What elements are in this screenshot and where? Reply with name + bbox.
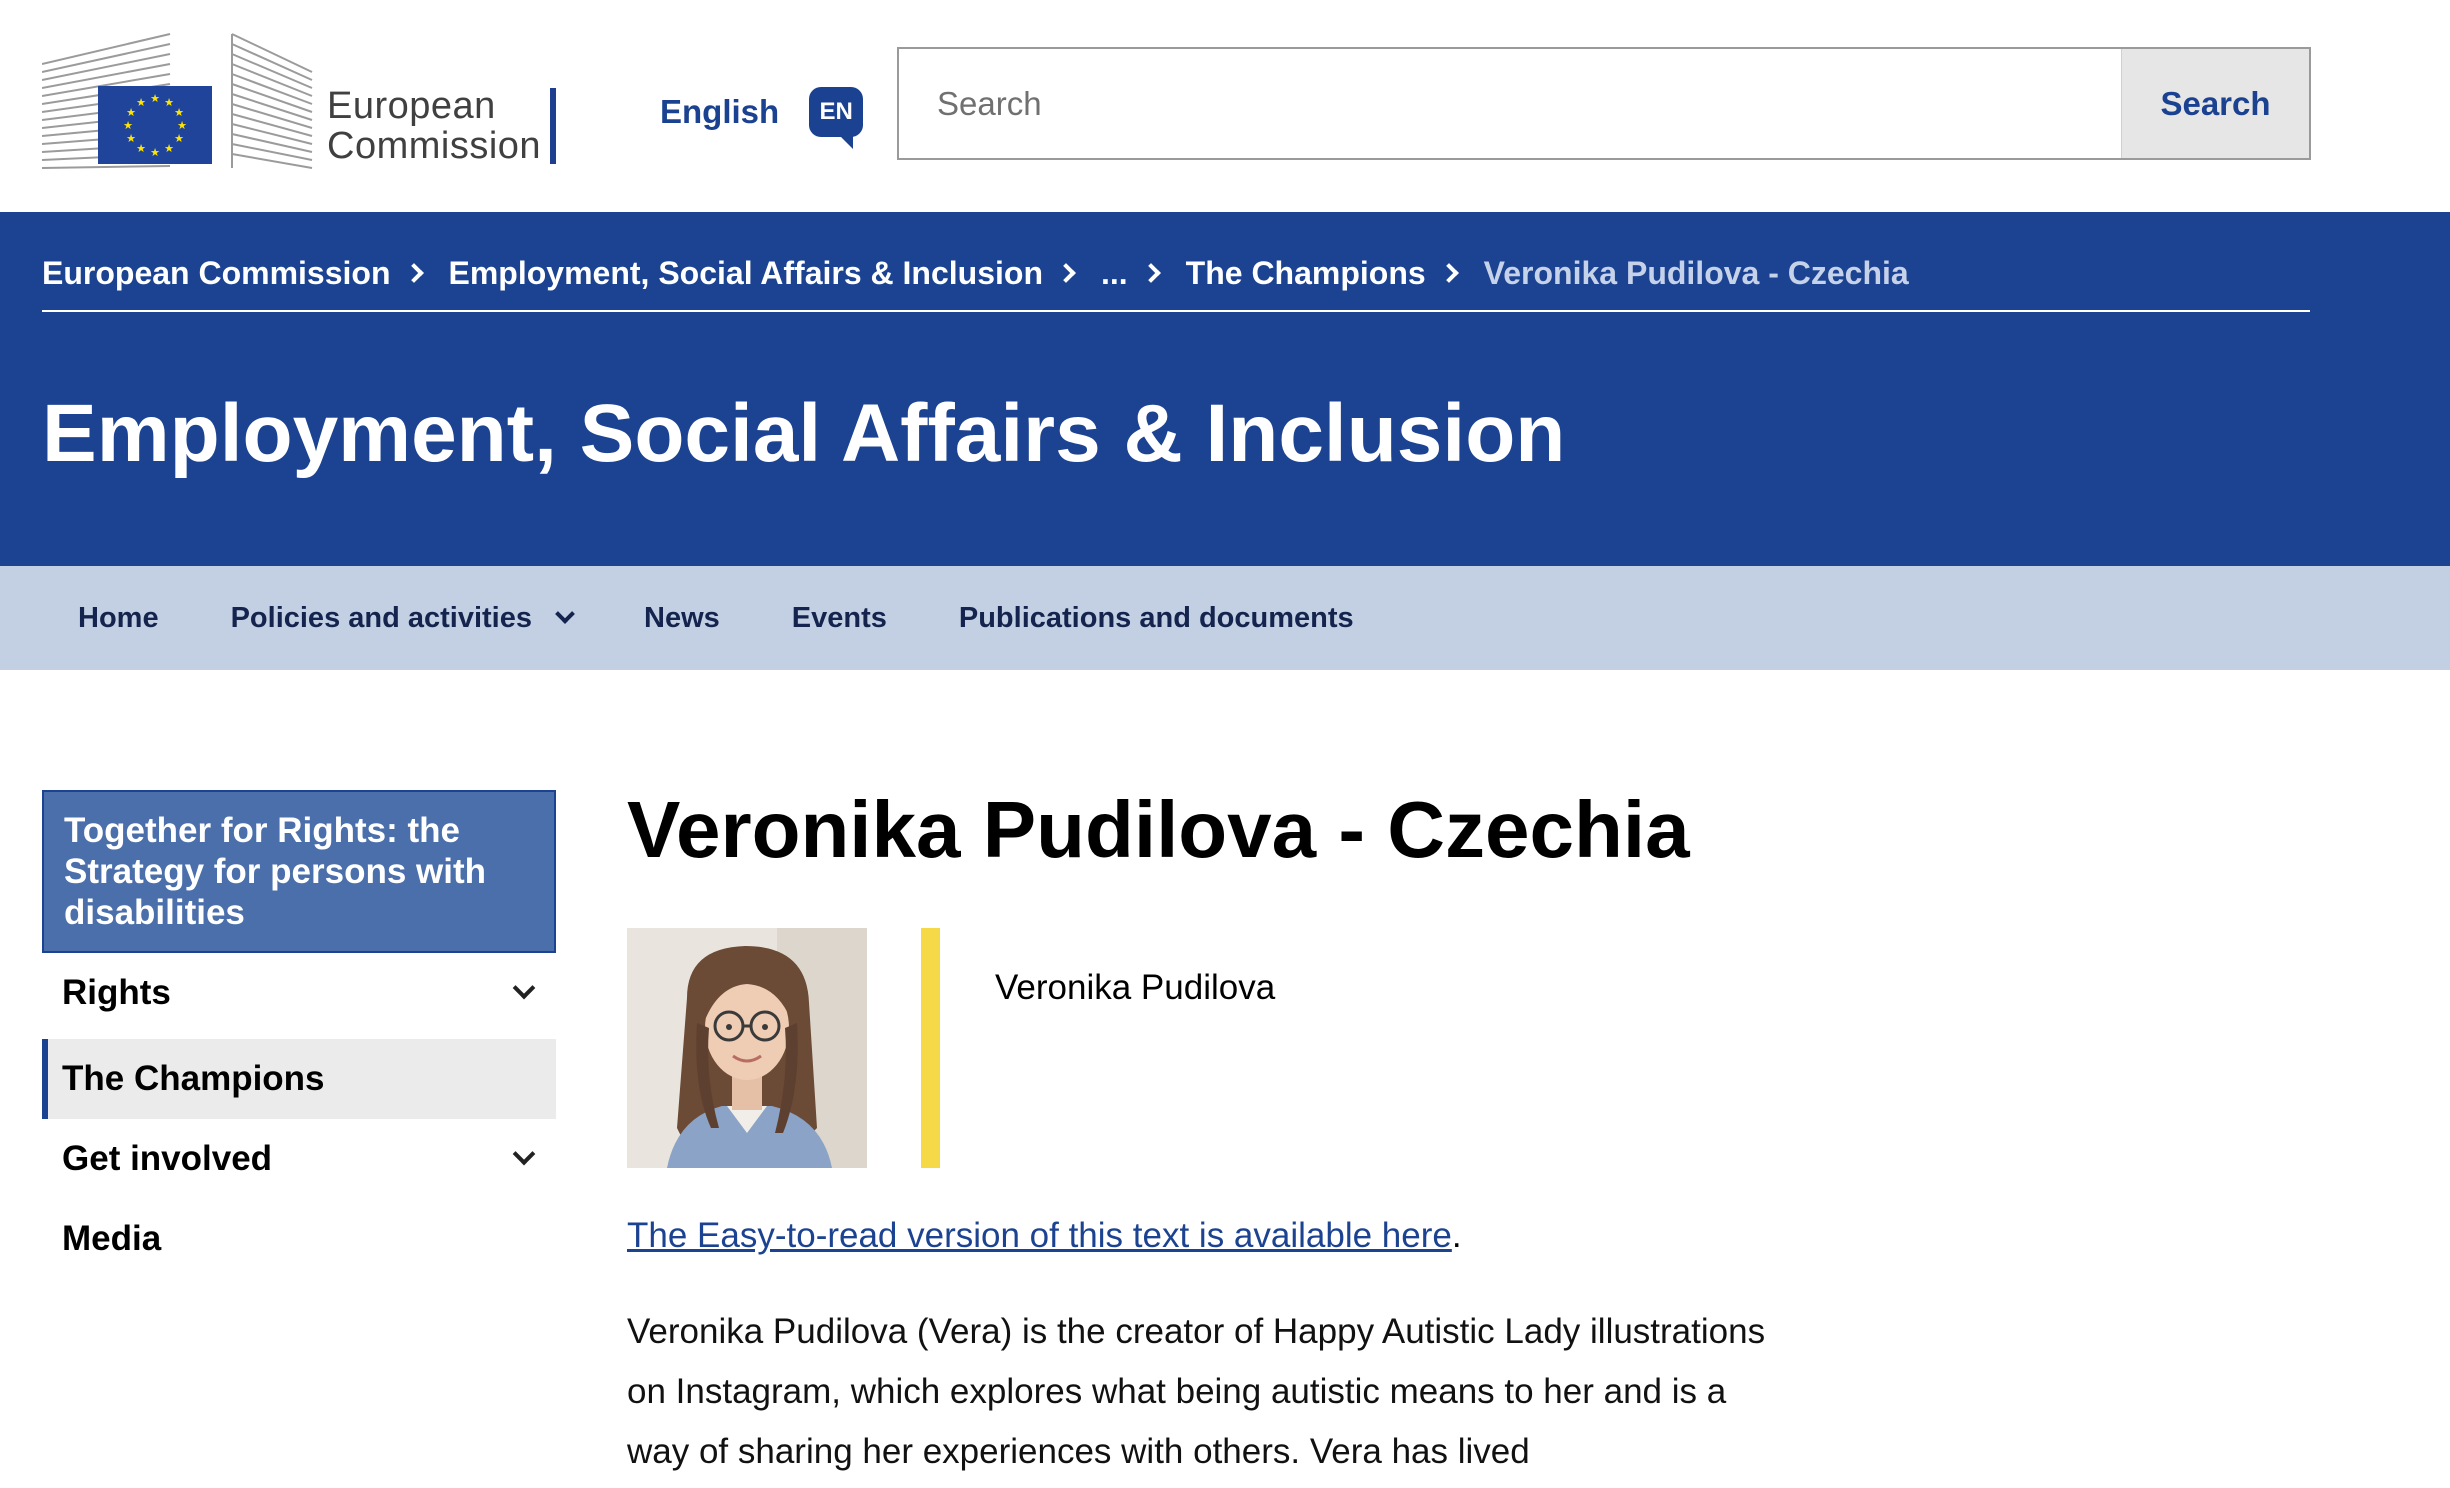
svg-text:★: ★ <box>177 119 187 132</box>
logo-wordmark: European Commission <box>327 86 541 166</box>
nav-publications[interactable]: Publications and documents <box>923 566 1390 670</box>
site-title: Employment, Social Affairs & Inclusion <box>42 388 1566 479</box>
svg-text:★: ★ <box>136 96 146 109</box>
sidebar-navigation: Together for Rights: the Strategy for pe… <box>42 790 556 1279</box>
search-input[interactable] <box>899 49 2121 158</box>
sidebar-item-rights[interactable]: Rights <box>42 953 556 1033</box>
chevron-down-icon <box>555 604 575 624</box>
chevron-right-icon <box>403 263 424 283</box>
sidebar-item-media[interactable]: Media <box>42 1199 556 1279</box>
chevron-right-icon <box>1056 263 1076 283</box>
breadcrumb-item[interactable]: The Champions <box>1186 255 1426 292</box>
svg-text:★: ★ <box>150 92 160 105</box>
logo-line-2: Commission <box>327 125 542 167</box>
easy-read-paragraph: The Easy-to-read version of this text is… <box>627 1214 1767 1258</box>
main-navigation: Home Policies and activities News Events… <box>0 566 2450 670</box>
easy-read-link[interactable]: The Easy-to-read version of this text is… <box>627 1216 1452 1255</box>
chevron-right-icon <box>1438 263 1459 283</box>
sidebar-heading[interactable]: Together for Rights: the Strategy for pe… <box>42 790 556 953</box>
profile-card: Veronika Pudilova <box>627 928 1767 1168</box>
svg-text:★: ★ <box>136 142 146 155</box>
intro-paragraph: Veronika Pudilova (Vera) is the creator … <box>627 1312 1766 1471</box>
eu-flag-icon: ★ ★★★ ★★★★ ★★★★ <box>123 92 187 159</box>
nav-home[interactable]: Home <box>42 566 195 670</box>
search-button[interactable]: Search <box>2121 49 2309 158</box>
svg-text:★: ★ <box>150 146 160 159</box>
search-form: Search <box>897 47 2311 160</box>
nav-events[interactable]: Events <box>756 566 923 670</box>
svg-text:★: ★ <box>174 106 184 119</box>
sidebar-item-label: Get involved <box>62 1139 273 1178</box>
language-label: English <box>660 93 780 130</box>
svg-text:★: ★ <box>164 142 174 155</box>
sidebar-item-label: The Champions <box>62 1059 325 1098</box>
portrait-photo <box>627 928 867 1168</box>
speech-bubble-icon: EN <box>809 87 864 149</box>
site-header: ★ ★ ★ ★ ★ ★ ★ ★ ★ ★ ★ ★ European Commission Engli… <box>0 0 2450 212</box>
portrait-illustration <box>627 928 867 1168</box>
breadcrumb: European Commission Employment, Social A… <box>42 242 2310 312</box>
sidebar-item-the-champions[interactable]: The Champions <box>42 1039 556 1119</box>
svg-text:★: ★ <box>126 132 136 145</box>
nav-news[interactable]: News <box>608 566 756 670</box>
breadcrumb-item[interactable]: Employment, Social Affairs & Inclusion <box>449 255 1043 292</box>
language-code: EN <box>819 98 853 125</box>
main-content: Veronika Pudilova - Czechia Veronika Pud… <box>627 775 1767 1482</box>
chevron-down-icon[interactable] <box>512 976 536 1000</box>
chevron-right-icon <box>1140 263 1161 283</box>
breadcrumb-ellipsis[interactable]: ... <box>1101 255 1128 292</box>
svg-text:★: ★ <box>164 96 174 109</box>
breadcrumb-item[interactable]: European Commission <box>42 255 391 292</box>
nav-policies-label: Policies and activities <box>230 601 532 634</box>
logo-divider <box>550 88 556 164</box>
sidebar-item-label: Media <box>62 1219 162 1258</box>
easy-read-suffix: . <box>1451 1216 1462 1255</box>
profile-name: Veronika Pudilova <box>995 968 1276 1007</box>
page-title: Veronika Pudilova - Czechia <box>627 785 1690 874</box>
svg-text:★: ★ <box>123 119 133 132</box>
logo-line-1: European <box>327 85 496 127</box>
nav-policies-and-activities[interactable]: Policies and activities <box>195 566 608 670</box>
svg-text:★: ★ <box>126 106 136 119</box>
svg-text:★: ★ <box>174 132 184 145</box>
breadcrumb-current: Veronika Pudilova - Czechia <box>1483 254 1909 291</box>
sidebar-item-get-involved[interactable]: Get involved <box>42 1119 556 1199</box>
accent-bar <box>921 928 940 1168</box>
language-selector[interactable]: English EN <box>660 82 864 149</box>
european-commission-logo[interactable]: ★ ★ ★ ★ ★ ★ ★ ★ ★ ★ ★ ★ European Commission <box>42 32 562 172</box>
page-banner: European Commission Employment, Social A… <box>0 212 2450 566</box>
sidebar-item-label: Rights <box>62 973 171 1012</box>
chevron-down-icon[interactable] <box>512 1142 536 1166</box>
